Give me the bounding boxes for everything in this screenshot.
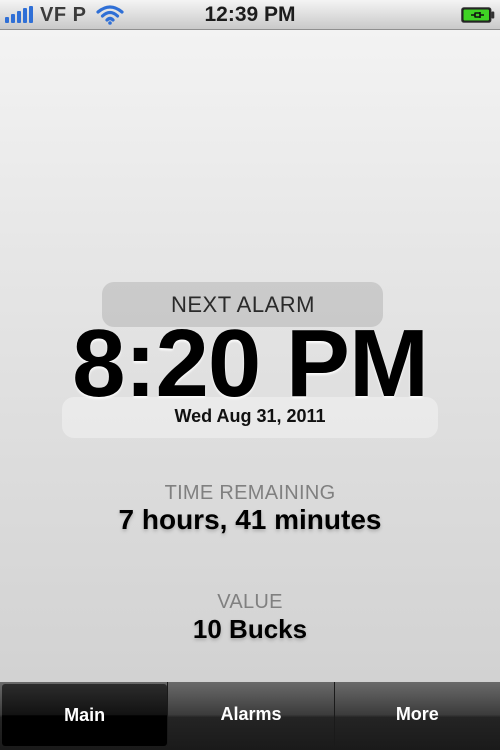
next-alarm-date: Wed Aug 31, 2011 <box>174 406 326 426</box>
value-amount: 10 Bucks <box>192 614 308 644</box>
value-label: VALUE <box>217 591 283 613</box>
status-bar: VF P 12:39 PM <box>0 0 500 30</box>
tab-more[interactable]: More <box>333 682 500 746</box>
time-remaining-value: 7 hours, 41 minutes <box>118 504 382 535</box>
battery-charging-icon <box>461 7 495 28</box>
next-alarm-time[interactable]: 8:20 PM <box>0 310 500 418</box>
tab-bar: Main Alarms More <box>0 682 500 750</box>
time-remaining-label: TIME REMAINING <box>164 482 336 504</box>
main-view: NEXT ALARM 8:20 PM Wed Aug 31, 2011 TIME… <box>0 30 500 682</box>
tab-main[interactable]: Main <box>2 684 168 746</box>
tab-alarms[interactable]: Alarms <box>167 682 333 746</box>
status-clock: 12:39 PM <box>204 3 296 26</box>
